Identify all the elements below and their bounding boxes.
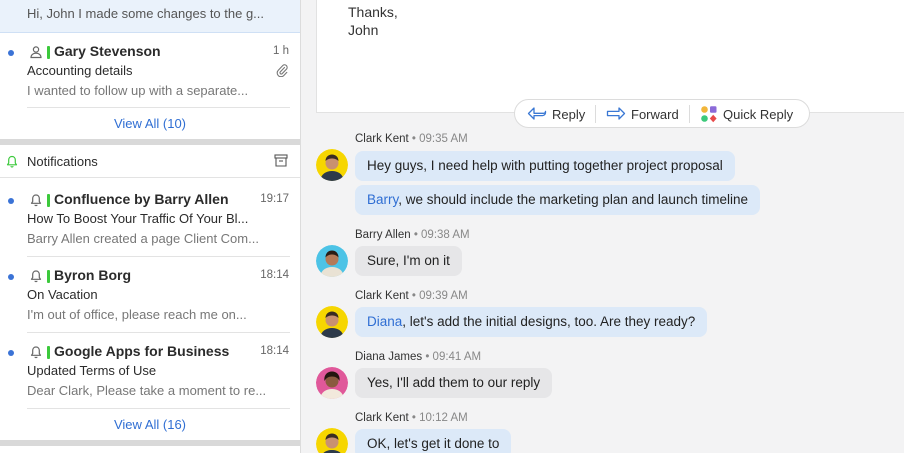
mail-subject: Accounting details bbox=[27, 63, 133, 78]
message-text: Yes, I'll add them to our reply bbox=[367, 375, 541, 390]
notification-item[interactable]: Confluence by Barry Allen 19:17 How To B… bbox=[0, 186, 300, 262]
message-header: Barry Allen • 09:38 AM bbox=[355, 229, 470, 241]
unread-dot bbox=[8, 50, 14, 56]
message-time: • 09:38 AM bbox=[413, 229, 470, 241]
email-action-bar: Reply Forward Quick Reply bbox=[514, 99, 810, 128]
archive-icon[interactable] bbox=[274, 154, 288, 167]
flag-marker bbox=[47, 46, 50, 59]
view-all-mail-link[interactable]: View All (10) bbox=[0, 116, 300, 131]
divider bbox=[27, 256, 290, 257]
flag-marker bbox=[47, 346, 50, 359]
mail-list-panel: Hi, John I made some changes to the g...… bbox=[0, 0, 301, 453]
divider bbox=[27, 408, 290, 409]
notification-item[interactable]: Google Apps for Business 18:14 Updated T… bbox=[0, 338, 300, 414]
message-header: Diana James • 09:41 AM bbox=[355, 351, 481, 363]
person-icon bbox=[30, 46, 42, 59]
emoji-shapes-icon bbox=[701, 106, 717, 123]
divider bbox=[595, 105, 596, 123]
unread-dot bbox=[8, 274, 14, 280]
section-separator bbox=[0, 440, 300, 446]
notification-subject: Updated Terms of Use bbox=[27, 363, 157, 378]
avatar-diana-james bbox=[316, 367, 348, 399]
view-all-notifications-link[interactable]: View All (16) bbox=[0, 417, 300, 432]
flag-marker bbox=[47, 194, 50, 207]
quick-reply-button[interactable]: Quick Reply bbox=[700, 105, 793, 123]
bell-icon bbox=[6, 155, 18, 168]
notification-time: 18:14 bbox=[260, 345, 289, 357]
notifications-title: Notifications bbox=[27, 154, 98, 169]
email-body: Thanks, John bbox=[316, 0, 904, 113]
notification-sender: Confluence by Barry Allen bbox=[54, 191, 229, 207]
mail-preview: Hi, John I made some changes to the g... bbox=[27, 6, 265, 21]
message-header: Clark Kent • 09:35 AM bbox=[355, 133, 468, 145]
quick-reply-label: Quick Reply bbox=[723, 106, 794, 122]
notification-sender: Byron Borg bbox=[54, 267, 131, 283]
forward-arrow-icon bbox=[606, 107, 626, 120]
divider bbox=[27, 107, 290, 108]
flag-marker bbox=[47, 270, 50, 283]
message-bubble[interactable]: Yes, I'll add them to our reply bbox=[355, 368, 553, 398]
notification-time: 18:14 bbox=[260, 269, 289, 281]
message-text: Hey guys, I need help with putting toget… bbox=[367, 158, 723, 173]
avatar-clark-kent bbox=[316, 306, 348, 338]
forward-button[interactable]: Forward bbox=[606, 105, 679, 123]
divider bbox=[27, 332, 290, 333]
message-text: , we should include the marketing plan a… bbox=[398, 192, 748, 207]
mail-sender: Gary Stevenson bbox=[54, 43, 161, 59]
reply-button[interactable]: Reply bbox=[527, 105, 585, 123]
bell-icon bbox=[30, 194, 42, 207]
message-bubble[interactable]: OK, let's get it done to bbox=[355, 429, 512, 453]
mention-link[interactable]: Barry bbox=[367, 192, 398, 207]
message-bubble[interactable]: Hey guys, I need help with putting toget… bbox=[355, 151, 735, 181]
message-author: Clark Kent bbox=[355, 290, 409, 302]
message-text: , let's add the initial designs, too. Ar… bbox=[402, 314, 696, 329]
message-author: Barry Allen bbox=[355, 229, 411, 241]
notifications-header: Notifications bbox=[0, 145, 300, 178]
message-time: • 09:41 AM bbox=[425, 351, 482, 363]
avatar-clark-kent bbox=[316, 428, 348, 453]
notification-subject: How To Boost Your Traffic Of Your Bl... bbox=[27, 211, 249, 226]
selected-mail-item[interactable]: Hi, John I made some changes to the g... bbox=[0, 0, 300, 33]
paperclip-icon bbox=[276, 64, 288, 77]
message-time: • 09:39 AM bbox=[411, 290, 468, 302]
bell-icon bbox=[30, 346, 42, 359]
message-header: Clark Kent • 10:12 AM bbox=[355, 412, 468, 424]
mention-link[interactable]: Diana bbox=[367, 314, 402, 329]
mail-item-gary-stevenson[interactable]: Gary Stevenson 1 h Accounting details I … bbox=[0, 38, 300, 114]
avatar-clark-kent bbox=[316, 149, 348, 181]
message-time: • 10:12 AM bbox=[411, 412, 468, 424]
notification-preview: Dear Clark, Please take a moment to re..… bbox=[27, 383, 267, 398]
divider bbox=[689, 105, 690, 123]
mail-time: 1 h bbox=[273, 45, 289, 57]
notification-subject: On Vacation bbox=[27, 287, 98, 302]
notification-time: 19:17 bbox=[260, 193, 289, 205]
message-bubble[interactable]: Barry, we should include the marketing p… bbox=[355, 185, 760, 215]
avatar-barry-allen bbox=[316, 245, 348, 277]
message-text: OK, let's get it done to bbox=[367, 436, 500, 451]
notification-preview: I'm out of office, please reach me on... bbox=[27, 307, 247, 322]
email-signature: John bbox=[348, 22, 379, 38]
message-author: Diana James bbox=[355, 351, 423, 363]
message-time: • 09:35 AM bbox=[411, 133, 468, 145]
message-bubble[interactable]: Diana, let's add the initial designs, to… bbox=[355, 307, 708, 337]
reply-label: Reply bbox=[552, 106, 586, 122]
email-closing: Thanks, bbox=[348, 4, 398, 20]
unread-dot bbox=[8, 350, 14, 356]
bell-icon bbox=[30, 270, 42, 283]
unread-dot bbox=[8, 198, 14, 204]
message-author: Clark Kent bbox=[355, 133, 409, 145]
message-bubble[interactable]: Sure, I'm on it bbox=[355, 246, 462, 276]
notification-item[interactable]: Byron Borg 18:14 On Vacation I'm out of … bbox=[0, 262, 300, 338]
message-header: Clark Kent • 09:39 AM bbox=[355, 290, 468, 302]
mail-preview: I wanted to follow up with a separate... bbox=[27, 83, 249, 98]
notification-preview: Barry Allen created a page Client Com... bbox=[27, 231, 259, 246]
forward-label: Forward bbox=[631, 106, 679, 122]
message-text: Sure, I'm on it bbox=[367, 253, 450, 268]
notification-sender: Google Apps for Business bbox=[54, 343, 230, 359]
message-author: Clark Kent bbox=[355, 412, 409, 424]
conversation-panel: Thanks, John Reply Forward Quick Reply C… bbox=[302, 0, 904, 453]
reply-arrow-icon bbox=[527, 107, 547, 120]
